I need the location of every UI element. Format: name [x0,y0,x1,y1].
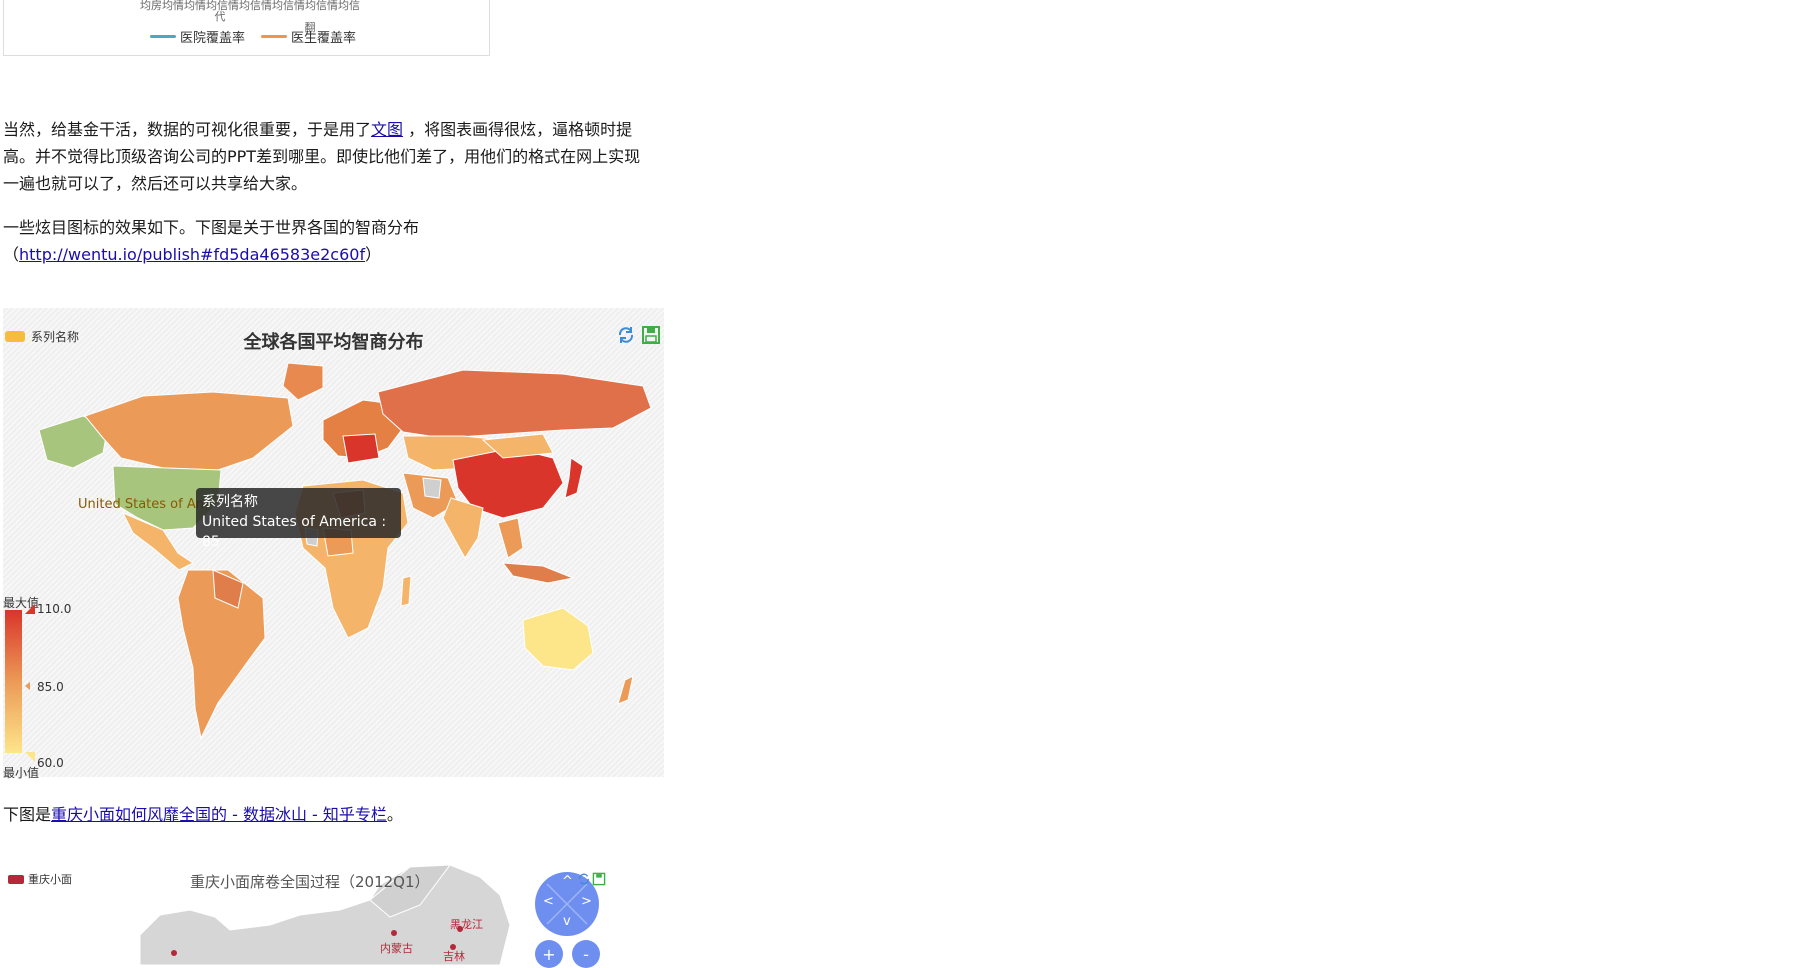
legend-label: 重庆小面 [28,873,72,886]
city-label: 黑龙江 [450,918,483,931]
paragraph-noodles: 下图是重庆小面如何风靡全国的 - 数据冰山 - 知乎专栏。 [3,801,903,828]
paragraph-text: 。 [386,805,403,824]
wentu-link[interactable]: 文图 [371,120,403,139]
china-map-legend[interactable]: 重庆小面 [8,871,72,887]
china-map-title: 重庆小面席卷全国过程（2012Q1） [190,873,430,891]
range-mid-marker [25,682,30,690]
cut-text-line: 代 [214,10,226,23]
paragraph-world-iq: 一些炫目图标的效果如下。下图是关于世界各国的智商分布 （http://wentu… [3,214,643,268]
tooltip-value: United States of America : 85 [202,514,387,550]
legend-item-doctor[interactable]: 医生覆盖率 [261,27,356,46]
nav-up-button[interactable]: ^ [562,874,573,889]
range-gradient-bar[interactable] [5,610,22,753]
nav-down-button[interactable]: v [563,914,571,929]
paren: （ [3,245,20,264]
zhihu-link[interactable]: 重庆小面如何风靡全国的 - 数据冰山 - 知乎专栏 [51,805,387,824]
paren: ） [365,245,382,264]
map-tooltip: 系列名称 United States of America : 85 [196,488,401,550]
city-label: 吉林 [443,950,465,963]
paragraph-text: 下图是 [3,805,52,824]
paragraph-text: 当然，给基金干活，数据的可视化很重要，于是用了 [3,120,372,139]
legend-swatch [261,35,288,38]
range-min-label: 最小值 [3,766,40,780]
range-handle-bottom[interactable] [25,752,35,762]
range-handle-top[interactable] [25,604,35,614]
zoom-out-button[interactable]: - [572,940,600,968]
legend-label: 医院覆盖率 [180,31,246,46]
refresh-icon[interactable] [577,872,591,886]
top-chart-legend: 医院覆盖率 医生覆盖率 [150,27,356,46]
wentu-publish-link[interactable]: http://wentu.io/publish#fd5da46583e2c60f [19,245,365,264]
range-mid-value: 85.0 [37,680,64,694]
range-max-value: 110.0 [37,602,72,616]
legend-item-hospital[interactable]: 医院覆盖率 [150,27,245,46]
nav-right-button[interactable]: > [581,894,592,909]
cut-text-line: 均房均情均情均信情均信情均信情均信情均信 [140,0,360,12]
nav-left-button[interactable]: < [543,894,554,909]
save-icon[interactable] [592,872,606,886]
legend-swatch [150,35,176,38]
country-label-usa: United States of Am [78,497,209,512]
zoom-in-button[interactable]: + [535,940,563,968]
legend-label: 医生覆盖率 [291,31,357,46]
city-label: 内蒙古 [380,942,413,955]
range-min-value: 60.0 [37,756,64,770]
paragraph-intro: 当然，给基金干活，数据的可视化很重要，于是用了文图 ，将图表画得很炫，逼格顿时提… [3,116,643,197]
paragraph-text: 一些炫目图标的效果如下。下图是关于世界各国的智商分布 [3,218,420,237]
legend-swatch [8,874,24,884]
tooltip-series: 系列名称 [202,494,258,510]
